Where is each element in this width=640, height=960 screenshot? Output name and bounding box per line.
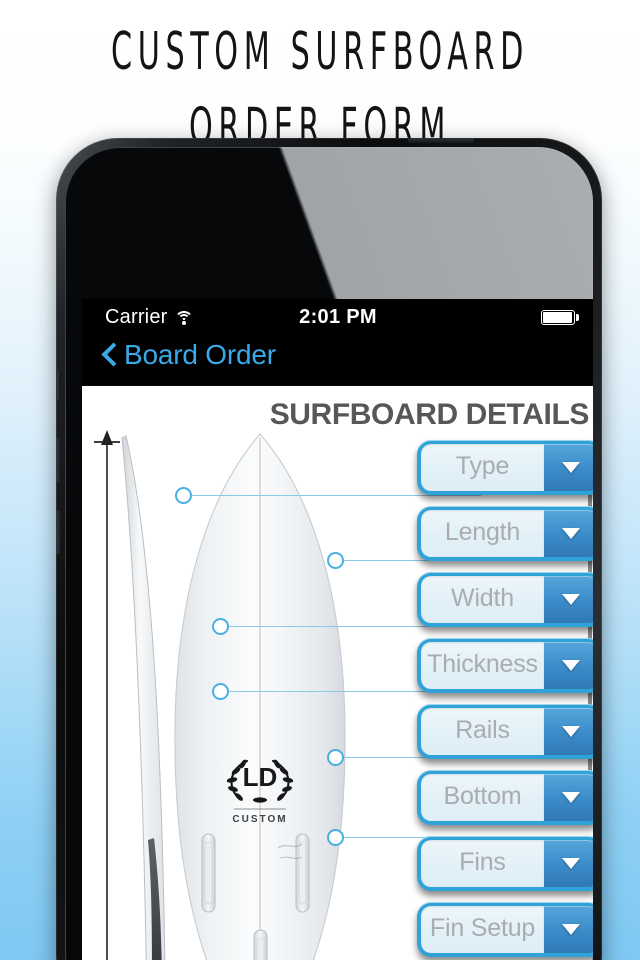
marker-fins[interactable] [327,829,344,846]
page-title: SURFBOARD DETAILS [269,398,590,431]
board-logo-text: LD [243,762,278,792]
caret-down-icon[interactable] [544,576,593,623]
caret-down-icon[interactable] [544,642,593,689]
marker-rails[interactable] [212,683,229,700]
caret-down-icon[interactable] [544,906,593,953]
board-top-view: LD CUSTOM [174,433,346,960]
dropdown-thickness[interactable]: Thickness [417,638,593,693]
board-side-profile [121,435,166,960]
marker-length[interactable] [175,487,192,504]
back-button-label: Board Order [124,339,276,370]
back-button[interactable]: Board Order [102,339,276,371]
dropdown-fin-setup-label: Fin Setup [421,906,544,953]
marker-thickness[interactable] [212,618,229,635]
navigation-bar: Board Order [82,335,593,386]
power-button[interactable] [408,138,474,143]
mute-switch[interactable] [56,370,61,400]
caret-down-icon[interactable] [544,774,593,821]
caret-down-icon[interactable] [544,840,593,887]
dropdown-thickness-label: Thickness [421,642,544,689]
dropdown-bottom[interactable]: Bottom [417,770,593,825]
dropdown-bottom-label: Bottom [421,774,544,821]
surfboard-illustration: LD CUSTOM [82,430,422,960]
dropdown-length[interactable]: Length [417,506,593,561]
field-list: Type Length Width Thickness Rails Bottom… [417,440,593,957]
dropdown-width[interactable]: Width [417,572,593,627]
caret-down-icon[interactable] [544,708,593,755]
phone-frame: Carrier 2:01 PM Board Order SURFBOARD DE… [56,138,602,960]
surfboard-diagram: LD CUSTOM [94,430,346,960]
marker-width[interactable] [327,552,344,569]
caret-down-icon[interactable] [544,444,593,491]
volume-up-button[interactable] [56,438,61,482]
length-dimension-arrow [94,430,120,960]
dropdown-type-label: Type [421,444,544,491]
marker-bottom[interactable] [327,749,344,766]
dropdown-length-label: Length [421,510,544,557]
dropdown-fins-label: Fins [421,840,544,887]
volume-down-button[interactable] [56,510,61,554]
dropdown-rails-label: Rails [421,708,544,755]
dropdown-width-label: Width [421,576,544,623]
battery-full-icon [541,310,579,325]
dropdown-fin-setup[interactable]: Fin Setup [417,902,593,957]
chevron-left-icon [102,343,116,367]
phone-bezel: Carrier 2:01 PM Board Order SURFBOARD DE… [65,147,593,960]
dropdown-fins[interactable]: Fins [417,836,593,891]
dropdown-type[interactable]: Type [417,440,593,495]
poster-title-line1: CUSTOM SURFBOARD [111,21,529,82]
caret-down-icon[interactable] [544,510,593,557]
dropdown-rails[interactable]: Rails [417,704,593,759]
status-bar: Carrier 2:01 PM [82,299,593,335]
app-screen: Carrier 2:01 PM Board Order SURFBOARD DE… [82,299,593,960]
form-content: SURFBOARD DETAILS LD CUSTOM Type Length … [82,386,593,960]
board-logo-sub: CUSTOM [232,814,287,825]
status-bar-clock: 2:01 PM [299,306,377,328]
